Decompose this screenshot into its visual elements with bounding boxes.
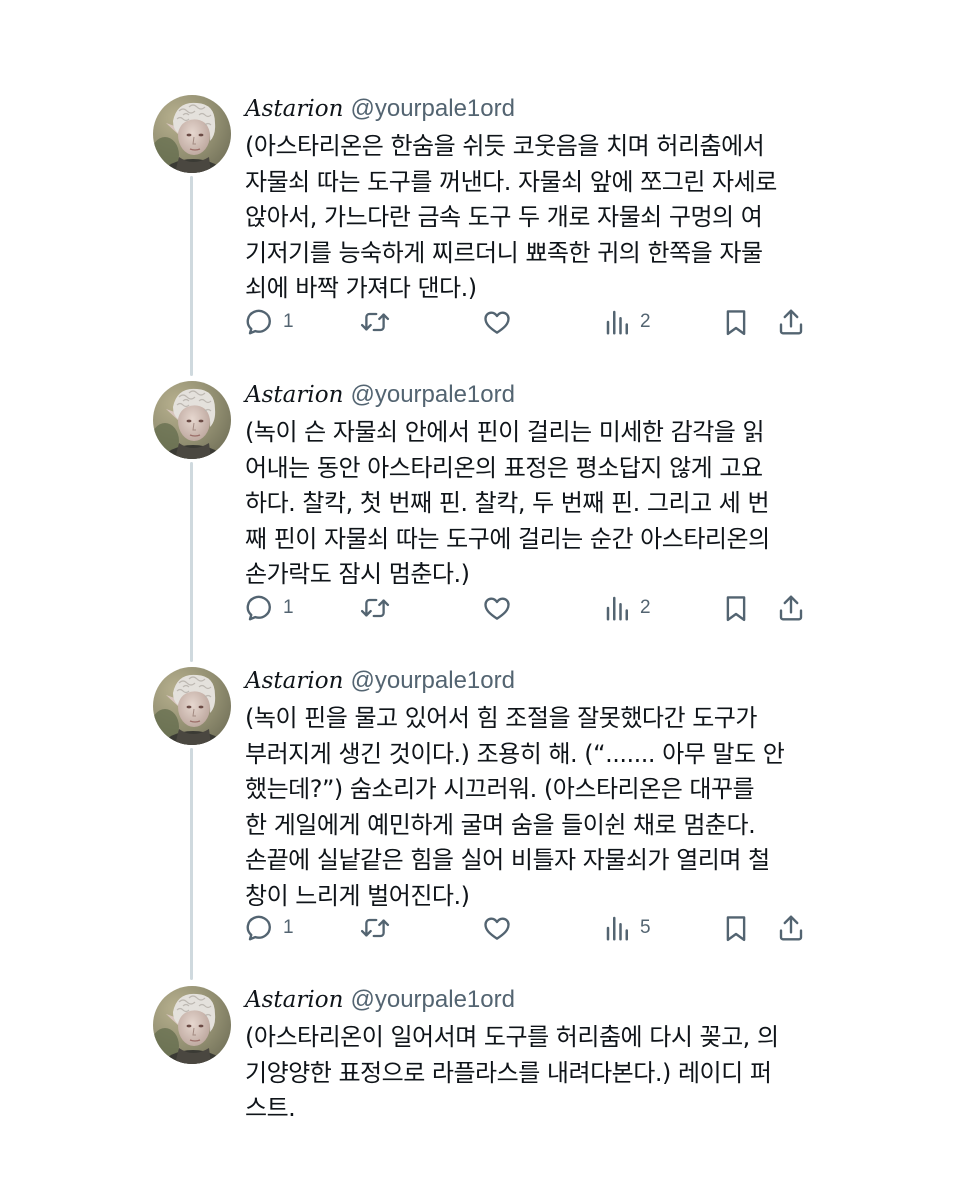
retweet-button[interactable] <box>359 913 391 943</box>
tweet-text-line: (아스타리온은 한숨을 쉬듯 코웃음을 치며 허리춤에서 <box>245 132 765 160</box>
tweet-text-line: 자물쇠 따는 도구를 꺼낸다. 자물쇠 앞에 쪼그린 자세로 <box>245 167 777 196</box>
tweet-text-line: 앉아서, 가느다란 금속 도구 두 개로 자물쇠 구멍의 여 <box>245 203 763 231</box>
tweet-text: (녹이 슨 자물쇠 안에서 핀이 걸리는 미세한 감각을 읽 어내는 동안 아스… <box>245 415 810 593</box>
tweet-header: Astarion @yourpale1ord <box>245 381 825 415</box>
avatar[interactable] <box>153 95 231 173</box>
tweet-actions: 1 5 <box>245 913 815 943</box>
speech-bubble-icon <box>245 307 275 337</box>
retweet-button[interactable] <box>359 307 391 337</box>
tweet-text-line: 째 핀이 자물쇠 따는 도구에 걸리는 순간 아스타리온의 <box>245 524 770 553</box>
tweet-actions: 1 2 <box>245 307 815 337</box>
reply-count: 1 <box>283 917 294 938</box>
bookmark-icon <box>722 307 750 337</box>
bookmark-icon <box>722 913 750 943</box>
views-button[interactable]: 2 <box>604 307 651 337</box>
share-upload-icon <box>776 307 806 337</box>
tweet-header: Astarion @yourpale1ord <box>245 667 825 701</box>
tweet-text-line: 창이 느리게 벌어진다.) <box>245 881 470 910</box>
views-button[interactable]: 5 <box>604 913 651 943</box>
tweet-text-line: 기양양한 표정으로 라플라스를 내려다본다.) 레이디 퍼 <box>245 1058 772 1087</box>
tweet-actions: 1 2 <box>245 593 815 623</box>
avatar[interactable] <box>153 381 231 459</box>
share-button[interactable] <box>776 913 806 943</box>
thread-connector <box>190 748 193 980</box>
tweet-text: (녹이 핀을 물고 있어서 힘 조절을 잘못했다간 도구가 부러지게 생긴 것이… <box>245 701 810 914</box>
tweet-text-line: 쇠에 바짝 가져다 댄다.) <box>245 274 477 302</box>
thread-connector <box>190 462 193 662</box>
speech-bubble-icon <box>245 913 275 943</box>
avatar[interactable] <box>153 986 231 1064</box>
bookmark-button[interactable] <box>722 593 750 623</box>
tweet-text: (아스타리온이 일어서며 도구를 허리춤에 다시 꽂고, 의 기양양한 표정으로… <box>245 1020 810 1127</box>
user-handle[interactable]: @yourpale1ord <box>350 986 514 1013</box>
user-handle[interactable]: @yourpale1ord <box>350 95 514 122</box>
bar-chart-icon <box>604 307 632 337</box>
bookmark-icon <box>722 593 750 623</box>
tweet-header: Astarion @yourpale1ord <box>245 95 825 129</box>
share-upload-icon <box>776 593 806 623</box>
view-count: 2 <box>640 311 651 332</box>
like-button[interactable] <box>482 307 512 337</box>
avatar[interactable] <box>153 667 231 745</box>
views-button[interactable]: 2 <box>604 593 651 623</box>
reply-button[interactable]: 1 <box>245 307 294 337</box>
display-name[interactable]: Astarion <box>245 96 343 122</box>
tweet-text-line: 기저기를 능숙하게 찌르더니 뾰족한 귀의 한쪽을 자물 <box>245 238 763 267</box>
tweet-text-line: (녹이 슨 자물쇠 안에서 핀이 걸리는 미세한 감각을 읽 <box>245 418 765 446</box>
share-button[interactable] <box>776 307 806 337</box>
view-count: 5 <box>640 917 651 938</box>
user-handle[interactable]: @yourpale1ord <box>350 667 514 694</box>
tweet-text-line: 하다. 찰칵, 첫 번째 핀. 찰칵, 두 번째 핀. 그리고 세 번 <box>245 489 770 517</box>
tweet-text-line: (아스타리온이 일어서며 도구를 허리춤에 다시 꽂고, 의 <box>245 1023 779 1051</box>
heart-icon <box>482 913 512 943</box>
view-count: 2 <box>640 597 651 618</box>
heart-icon <box>482 307 512 337</box>
bookmark-button[interactable] <box>722 307 750 337</box>
bookmark-button[interactable] <box>722 913 750 943</box>
tweet-text-line: 어내는 동안 아스타리온의 표정은 평소답지 않게 고요 <box>245 453 763 482</box>
share-button[interactable] <box>776 593 806 623</box>
bar-chart-icon <box>604 593 632 623</box>
tweet-text-line: 스트. <box>245 1094 296 1122</box>
retweet-arrows-icon <box>359 593 391 623</box>
reply-count: 1 <box>283 311 294 332</box>
speech-bubble-icon <box>245 593 275 623</box>
tweet-text: (아스타리온은 한숨을 쉬듯 코웃음을 치며 허리춤에서 자물쇠 따는 도구를 … <box>245 129 810 307</box>
tweet-text-line: 부러지게 생긴 것이다.) 조용히 해. (“....... 아무 말도 안 <box>245 739 785 768</box>
display-name[interactable]: Astarion <box>245 987 343 1013</box>
tweet-text-line: 손끝에 실낱같은 힘을 실어 비틀자 자물쇠가 열리며 철 <box>245 846 770 874</box>
retweet-arrows-icon <box>359 307 391 337</box>
share-upload-icon <box>776 913 806 943</box>
reply-button[interactable]: 1 <box>245 913 294 943</box>
display-name[interactable]: Astarion <box>245 382 343 408</box>
tweet-text-line: (녹이 핀을 물고 있어서 힘 조절을 잘못했다간 도구가 <box>245 704 757 732</box>
thread-connector <box>190 176 193 376</box>
tweet-text-line: 한 게일에게 예민하게 굴며 숨을 들이쉰 채로 멈춘다. <box>245 810 756 839</box>
bar-chart-icon <box>604 913 632 943</box>
tweet-text-line: 했는데?”) 숨소리가 시끄러워. (아스타리온은 대꾸를 <box>245 775 755 803</box>
user-handle[interactable]: @yourpale1ord <box>350 381 514 408</box>
tweet-text-line: 손가락도 잠시 멈춘다.) <box>245 560 470 588</box>
reply-count: 1 <box>283 597 294 618</box>
retweet-arrows-icon <box>359 913 391 943</box>
reply-button[interactable]: 1 <box>245 593 294 623</box>
display-name[interactable]: Astarion <box>245 668 343 694</box>
like-button[interactable] <box>482 593 512 623</box>
retweet-button[interactable] <box>359 593 391 623</box>
heart-icon <box>482 593 512 623</box>
tweet-header: Astarion @yourpale1ord <box>245 986 825 1020</box>
like-button[interactable] <box>482 913 512 943</box>
